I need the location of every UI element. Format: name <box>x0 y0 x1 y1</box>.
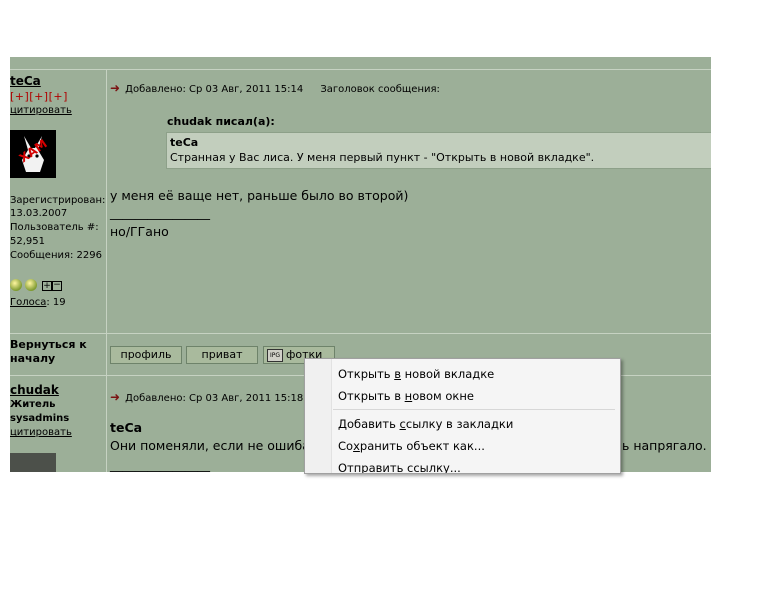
quote-link[interactable]: цитировать <box>10 105 72 116</box>
menu-divider <box>333 409 615 410</box>
signature-line: ________________ <box>110 205 210 220</box>
registered-label: Зарегистрирован: <box>10 195 106 206</box>
private-message-button[interactable]: приват <box>186 346 258 364</box>
menu-item-save-object-as[interactable]: Сохранить объект как... <box>338 439 485 453</box>
menu-item-bookmark-link[interactable]: Добавить ссылку в закладки <box>338 417 513 431</box>
post-author-name[interactable]: teCa <box>10 74 41 88</box>
user-number-label: Пользователь #: <box>10 222 99 233</box>
signature: но/ГГано <box>110 224 169 239</box>
reputation-icons: + − <box>10 279 70 293</box>
quote-author: teCa <box>110 420 143 435</box>
user-group: sysadmins <box>10 413 70 424</box>
votes-value: : 19 <box>46 297 66 308</box>
post-arrow-icon[interactable]: ➜ <box>110 390 120 404</box>
context-menu: Открыть в новой вкладке Открыть в новом … <box>304 358 621 474</box>
user-avatar: XAM <box>10 130 56 178</box>
registered-date: 13.03.2007 <box>10 208 68 219</box>
row-separator <box>10 333 711 334</box>
menu-item-send-link[interactable]: Отправить ссылку... <box>338 461 461 473</box>
menu-item-open-new-window[interactable]: Открыть в новом окне <box>338 389 474 403</box>
post-date: Добавлено: Ср 03 Авг, 2011 15:18 <box>125 393 304 404</box>
messages-count: Сообщения: 2296 <box>10 250 103 261</box>
reputation-ball-icon <box>10 279 22 291</box>
post-header: ➜ Добавлено: Ср 03 Авг, 2011 15:14 Загол… <box>110 77 440 96</box>
menu-item-open-new-tab[interactable]: Открыть в новой вкладке <box>338 367 494 381</box>
post-author-name[interactable]: chudak <box>10 383 59 397</box>
user-rank: [+][+][+] <box>10 90 68 103</box>
post-body: Они поменяли, если не ошибаю <box>110 438 321 453</box>
minus-box-icon[interactable]: − <box>52 281 62 291</box>
quote-header: chudak писал(а): <box>167 115 275 128</box>
post-body: у меня её ваще нет, раньше было во второ… <box>110 188 409 203</box>
user-avatar <box>10 453 56 472</box>
post-header: ➜ Добавлено: Ср 03 Авг, 2011 15:18 <box>110 386 303 405</box>
quote-author: teCa <box>170 136 199 149</box>
quote-text: Странная у Вас лиса. У меня первый пункт… <box>170 151 595 164</box>
quote-box: teCa Странная у Вас лиса. У меня первый … <box>166 132 711 169</box>
post-subject-label: Заголовок сообщения: <box>320 84 440 95</box>
column-separator <box>106 69 107 472</box>
votes-link[interactable]: Голоса <box>10 297 46 308</box>
menu-icon-gutter <box>305 359 332 473</box>
post-body-continued: ь напрягало. <box>622 438 707 453</box>
votes: Голоса: 19 <box>10 297 66 308</box>
profile-button[interactable]: профиль <box>110 346 182 364</box>
post-date: Добавлено: Ср 03 Авг, 2011 15:14 <box>125 84 304 95</box>
photo-icon: IPG <box>267 348 283 362</box>
signature-line: ________________ <box>110 457 210 472</box>
row-separator <box>10 69 711 70</box>
user-number: 52,951 <box>10 236 45 247</box>
plus-box-icon[interactable]: + <box>42 281 52 291</box>
post-arrow-icon[interactable]: ➜ <box>110 81 120 95</box>
user-rank: Житель <box>10 399 56 410</box>
back-to-top-link[interactable]: Вернуться к началу <box>10 338 100 366</box>
quote-link[interactable]: цитировать <box>10 427 72 438</box>
reputation-ball-icon <box>25 279 37 291</box>
